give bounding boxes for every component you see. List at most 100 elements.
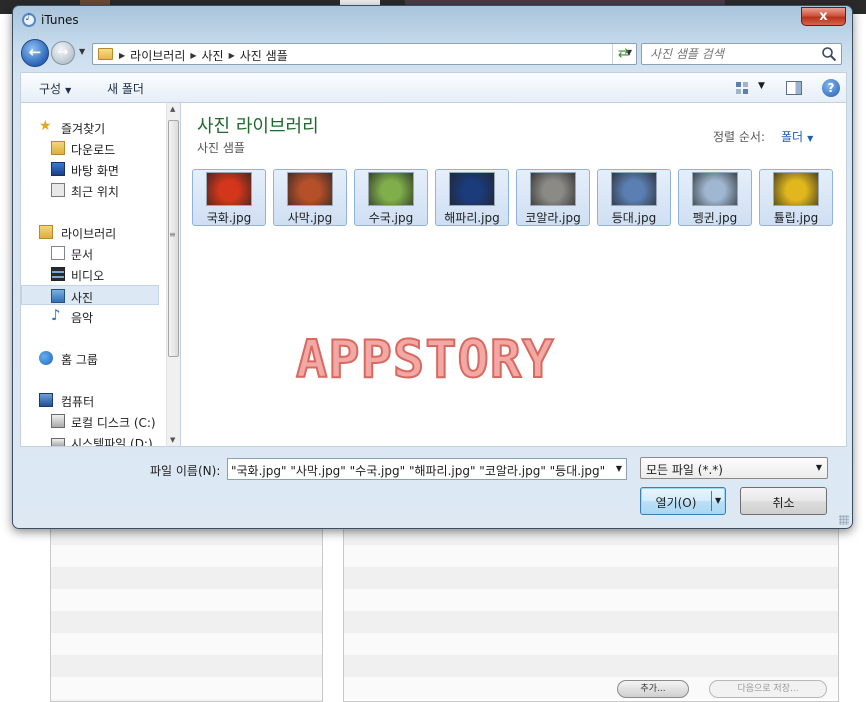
open-button[interactable]: 열기(O) ▼ [640, 487, 726, 515]
computer-icon [39, 393, 53, 407]
file-item[interactable]: 사막.jpg [273, 169, 347, 226]
filename-value[interactable]: "국화.jpg" "사막.jpg" "수국.jpg" "해파리.jpg" "코알… [231, 462, 606, 479]
nav-computer[interactable]: 컴퓨터 [21, 390, 159, 410]
nav-libraries[interactable]: 라이브러리 [21, 222, 159, 242]
nav-item-videos[interactable]: 비디오 [21, 264, 159, 284]
search-box[interactable] [641, 43, 842, 65]
sort-value: 폴더 [781, 130, 804, 144]
recent-pages-dropdown[interactable]: ▼ [79, 47, 85, 56]
cancel-button[interactable]: 취소 [740, 487, 827, 515]
file-name: 국화.jpg [206, 211, 252, 225]
nav-item-recent[interactable]: 최근 위치 [21, 180, 159, 200]
dialog-titlebar[interactable]: iTunes x [13, 6, 852, 34]
close-button[interactable]: x [801, 7, 846, 26]
new-folder-button[interactable]: 새 폴더 [107, 80, 144, 97]
scroll-down-icon[interactable]: ▼ [170, 436, 175, 444]
nav-item-system-disk-d[interactable]: 시스템파일 (D:) [21, 432, 159, 446]
nav-item-music[interactable]: ♪ 음악 [21, 306, 159, 326]
disk-drive-icon [51, 438, 65, 446]
file-item[interactable]: 펭귄.jpg [678, 169, 752, 226]
filename-dropdown-icon[interactable]: ▼ [616, 464, 622, 473]
sort-label: 정렬 순서: [713, 130, 766, 144]
downloads-folder-icon [51, 141, 65, 155]
file-thumbnail [287, 172, 333, 206]
breadcrumb-pictures[interactable]: 사진 [202, 47, 224, 64]
file-thumbnail [530, 172, 576, 206]
homegroup-icon [39, 351, 53, 365]
nav-item-downloads[interactable]: 다운로드 [21, 138, 159, 158]
nav-item-pictures[interactable]: 사진 [21, 285, 159, 305]
refresh-icon: ⇄ [618, 46, 629, 61]
sort-by-dropdown[interactable]: 폴더 ▼ [781, 128, 813, 145]
chevron-down-icon: ▼ [815, 463, 822, 472]
videos-icon [51, 267, 65, 281]
view-dropdown-icon[interactable]: ▼ [758, 81, 765, 91]
library-title: 사진 라이브러리 [197, 116, 319, 137]
scroll-up-icon[interactable]: ▲ [170, 105, 175, 113]
star-icon: ★ [39, 118, 52, 134]
filename-field[interactable]: "국화.jpg" "사막.jpg" "수국.jpg" "해파리.jpg" "코알… [227, 458, 627, 480]
breadcrumb-sample-pictures[interactable]: 사진 샘플 [240, 47, 288, 64]
file-name: 해파리.jpg [444, 211, 500, 225]
nav-favorites[interactable]: ★ 즐겨찾기 [21, 117, 159, 137]
file-name: 펭귄.jpg [692, 211, 738, 225]
search-input[interactable] [642, 44, 817, 64]
file-open-dialog: iTunes x ← → ▼ ▶ 라이브러리 ▶ 사진 ▶ 사진 샘플 ▼ ⇄ … [12, 5, 853, 529]
chevron-down-icon: ▼ [65, 86, 72, 95]
folder-icon [98, 48, 113, 60]
breadcrumb-libraries[interactable]: 라이브러리 [130, 47, 185, 64]
arrow-left-icon: ← [28, 43, 42, 61]
organize-label: 구성 [39, 82, 62, 96]
open-options-dropdown-icon[interactable]: ▼ [715, 496, 721, 505]
chevron-down-icon: ▼ [807, 134, 814, 143]
breadcrumb-separator-icon[interactable]: ▶ [119, 51, 125, 60]
help-icon[interactable]: ? [822, 79, 840, 97]
file-name: 등대.jpg [611, 211, 657, 225]
itunes-icon [22, 12, 36, 27]
library-subtitle: 사진 샘플 [197, 141, 245, 155]
file-thumbnail [692, 172, 738, 206]
nav-item-desktop[interactable]: 바탕 화면 [21, 159, 159, 179]
file-name: 사막.jpg [287, 211, 333, 225]
file-list-pane: 사진 라이브러리 사진 샘플 정렬 순서: 폴더 ▼ 국화.jpg 사막.jpg … [181, 102, 847, 447]
nav-item-documents[interactable]: 문서 [21, 243, 159, 263]
breadcrumb: ▶ 라이브러리 ▶ 사진 ▶ 사진 샘플 [119, 47, 288, 64]
file-thumbnail [611, 172, 657, 206]
navigation-scrollbar[interactable]: ▲ ≡ ▼ [166, 102, 181, 447]
breadcrumb-separator-icon[interactable]: ▶ [229, 51, 235, 60]
forward-button: → [51, 41, 75, 65]
refresh-button[interactable]: ⇄ [612, 44, 634, 64]
split-divider [711, 491, 712, 511]
address-bar[interactable]: ▶ 라이브러리 ▶ 사진 ▶ 사진 샘플 ▼ [92, 43, 637, 65]
pictures-icon [51, 289, 65, 303]
preview-pane-icon[interactable] [786, 81, 802, 95]
recent-places-icon [51, 183, 65, 197]
file-name: 코알라.jpg [525, 211, 581, 225]
organize-button[interactable]: 구성 ▼ [39, 80, 71, 97]
music-note-icon: ♪ [51, 306, 61, 324]
nav-homegroup[interactable]: 홈 그룹 [21, 348, 159, 368]
search-icon[interactable] [821, 46, 837, 62]
file-name: 수국.jpg [368, 211, 414, 225]
background-add-button[interactable]: 추가... [617, 680, 689, 698]
command-toolbar: 구성 ▼ 새 폴더 ▼ ? [20, 72, 847, 102]
view-options-icon[interactable] [735, 81, 749, 95]
file-item[interactable]: 등대.jpg [597, 169, 671, 226]
breadcrumb-separator-icon[interactable]: ▶ [190, 51, 196, 60]
disk-drive-icon [51, 414, 65, 428]
resize-grip[interactable] [839, 515, 849, 525]
file-name: 튤립.jpg [773, 211, 819, 225]
file-thumbnail [206, 172, 252, 206]
file-item[interactable]: 국화.jpg [192, 169, 266, 226]
file-item[interactable]: 코알라.jpg [516, 169, 590, 226]
background-track-list [343, 522, 839, 702]
filetype-select[interactable]: 모든 파일 (*.*) ▼ [640, 457, 828, 479]
appstory-watermark: APPSTORY [295, 329, 555, 391]
file-item[interactable]: 해파리.jpg [435, 169, 509, 226]
back-button[interactable]: ← [21, 39, 49, 67]
file-item[interactable]: 수국.jpg [354, 169, 428, 226]
background-source-list [50, 522, 323, 702]
nav-item-local-disk-c[interactable]: 로컬 디스크 (C:) [21, 411, 159, 431]
file-item[interactable]: 튤립.jpg [759, 169, 833, 226]
dialog-title: iTunes [41, 13, 79, 27]
